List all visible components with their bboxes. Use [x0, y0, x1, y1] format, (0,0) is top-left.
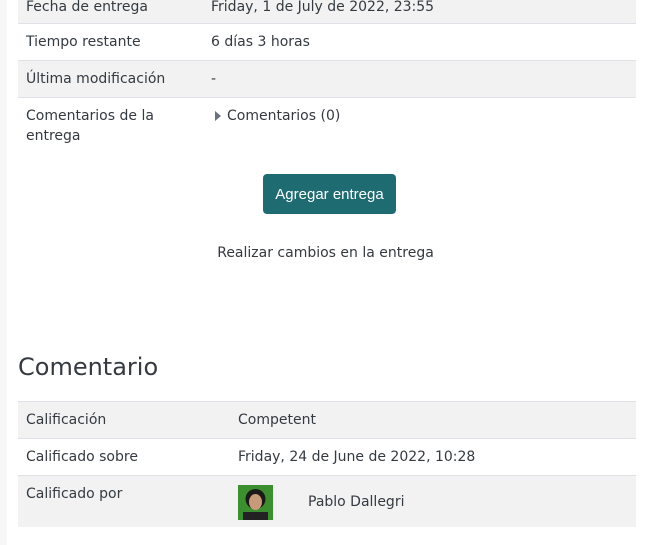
due-date-value: Friday, 1 de July de 2022, 23:55: [211, 0, 435, 15]
row-grade: Calificación Competent: [18, 401, 636, 439]
last-modified-value: -: [211, 71, 217, 87]
row-graded-on: Calificado sobre Friday, 24 de June de 2…: [18, 438, 636, 476]
avatar[interactable]: [238, 485, 273, 520]
submission-comments-label-line2: entrega: [26, 128, 81, 144]
row-due-date: Fecha de entrega Friday, 1 de July de 20…: [18, 0, 636, 23]
make-changes-text: Realizar cambios en la entrega: [217, 245, 434, 261]
graded-on-value: Friday, 24 de June de 2022, 10:28: [238, 449, 476, 465]
comments-toggle[interactable]: Comentarios (0): [215, 106, 340, 126]
grader-name[interactable]: Pablo Dallegri: [308, 492, 404, 512]
last-modified-label: Última modificación: [26, 71, 166, 87]
due-date-label: Fecha de entrega: [26, 0, 148, 15]
feedback-heading: Comentario: [18, 353, 159, 381]
time-remaining-label: Tiempo restante: [26, 34, 141, 50]
add-submission-button[interactable]: Agregar entrega: [263, 174, 396, 214]
submission-comments-label-line1: Comentarios de la: [26, 108, 154, 124]
row-submission-comments: Comentarios de la entrega Comentarios (0…: [18, 97, 636, 153]
graded-on-label: Calificado sobre: [26, 449, 138, 465]
row-last-modified: Última modificación -: [18, 60, 636, 98]
triangle-right-icon: [215, 111, 221, 121]
graded-by-label: Calificado por: [26, 486, 123, 502]
comments-toggle-label: Comentarios (0): [227, 108, 341, 124]
row-time-remaining: Tiempo restante 6 días 3 horas: [18, 23, 636, 61]
avatar-photo-icon: [238, 485, 273, 520]
grade-value: Competent: [238, 412, 316, 428]
row-graded-by: Calificado por Pablo Dallegri: [18, 475, 636, 527]
time-remaining-value: 6 días 3 horas: [211, 34, 310, 50]
grade-label: Calificación: [26, 412, 107, 428]
